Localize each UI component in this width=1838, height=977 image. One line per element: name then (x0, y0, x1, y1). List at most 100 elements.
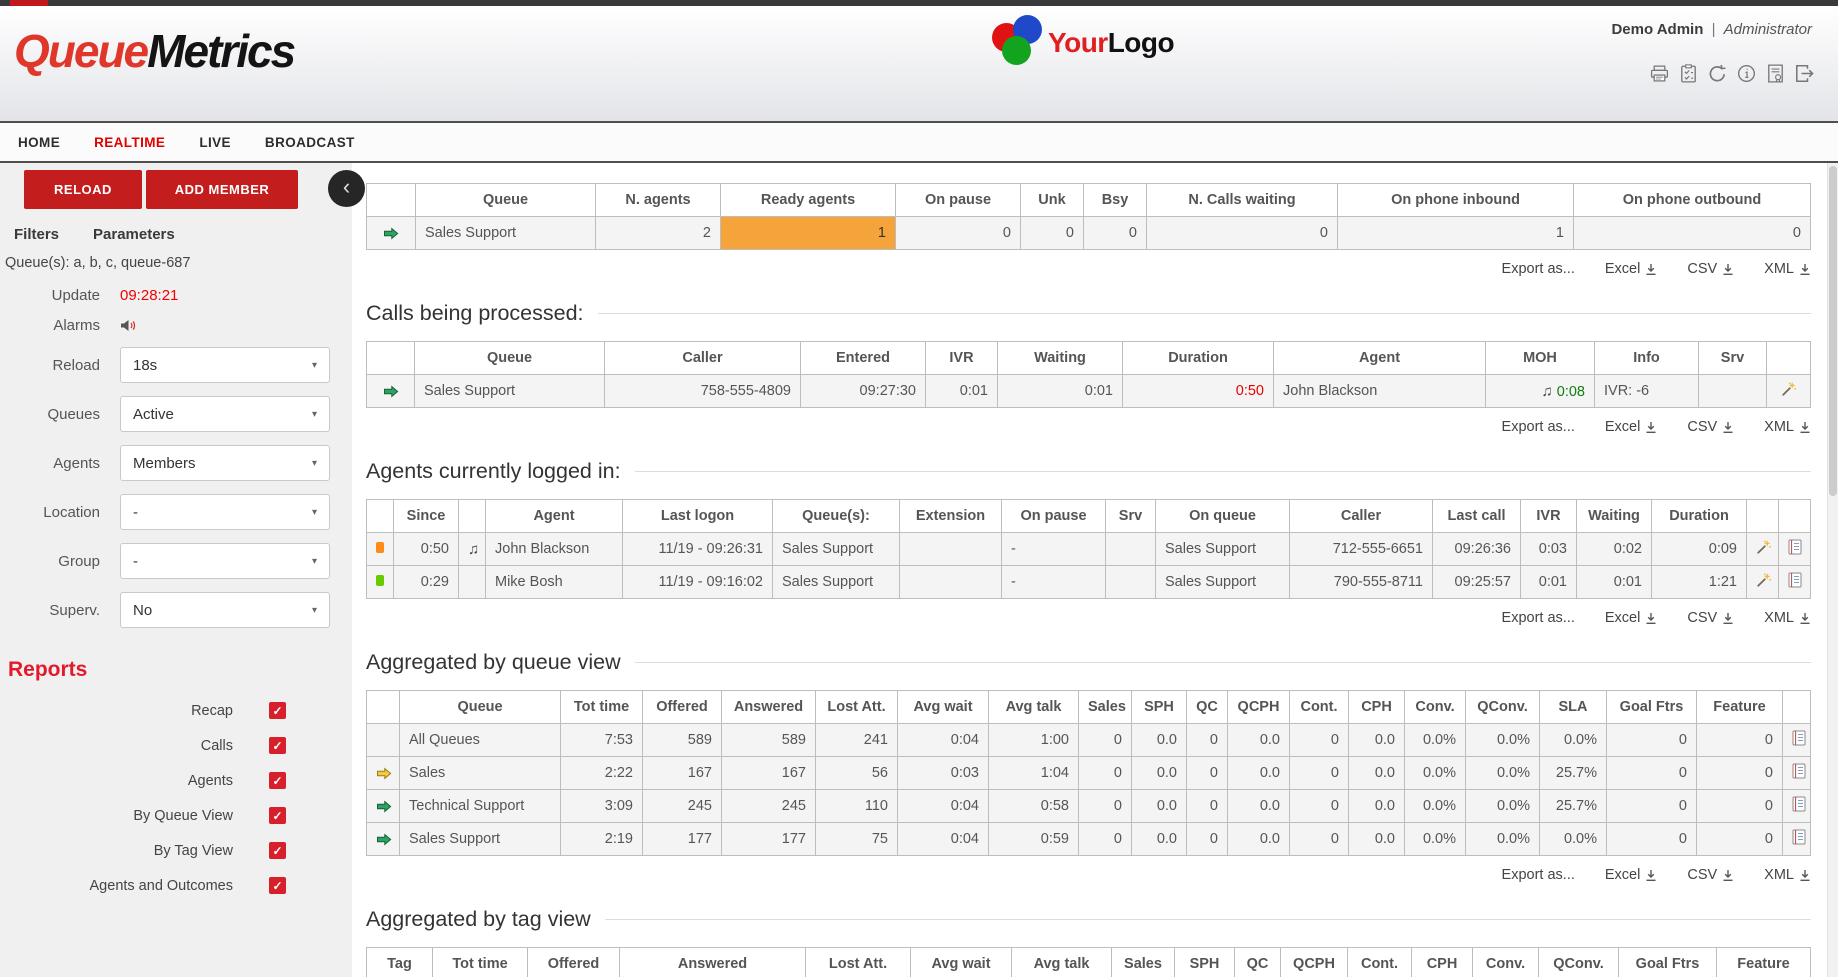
speaker-icon[interactable] (120, 319, 137, 332)
report-settings-icon[interactable] (1679, 64, 1698, 83)
cell-conv: 0.0% (1405, 757, 1466, 790)
table-row: Sales Support 758-555-4809 09:27:30 0:01… (367, 375, 1811, 408)
export-excel-link[interactable]: Excel (1605, 261, 1657, 277)
location-filter-select[interactable]: - (120, 494, 330, 530)
export-xml-link[interactable]: XML (1764, 419, 1811, 435)
reload-interval-select[interactable]: 18s (120, 347, 330, 383)
agent-report-icon[interactable] (1788, 539, 1802, 555)
cell-offered: 167 (643, 757, 722, 790)
report-by-tag-view-checkbox[interactable] (269, 842, 286, 859)
nav-home[interactable]: HOME (18, 135, 60, 150)
tab-parameters[interactable]: Parameters (93, 226, 175, 243)
col-header-queue: Queue (416, 184, 596, 217)
export-as-label[interactable]: Export as... (1502, 867, 1575, 883)
queue-arrow-icon[interactable] (376, 800, 392, 813)
export-as-label[interactable]: Export as... (1502, 610, 1575, 626)
col-header-sales: Sales (1079, 691, 1132, 724)
nav-live[interactable]: LIVE (199, 135, 231, 150)
cell-ready-agents: 1 (721, 217, 896, 250)
col-header-tot-time: Tot time (561, 691, 643, 724)
col-header-actions (1779, 500, 1811, 533)
cell-lost-att: 110 (816, 790, 898, 823)
agents-section-title: Agents currently logged in: (366, 459, 1811, 484)
export-as-label[interactable]: Export as... (1502, 419, 1575, 435)
supervisor-filter-select[interactable]: No (120, 592, 330, 628)
export-excel-link[interactable]: Excel (1605, 610, 1657, 626)
export-csv-link[interactable]: CSV (1687, 867, 1734, 883)
cell-conv: 0.0% (1405, 823, 1466, 856)
cell-lost-att: 75 (816, 823, 898, 856)
info-icon[interactable] (1737, 64, 1756, 83)
cell-queue-name: Sales Support (400, 823, 561, 856)
cell-on-queue: Sales Support (1156, 566, 1290, 599)
reload-button[interactable]: RELOAD (24, 170, 142, 209)
queuemetrics-logo: QueueMetrics (14, 24, 294, 78)
cell-n-agents: 2 (596, 217, 721, 250)
scrollbar-thumb[interactable] (1829, 166, 1837, 496)
export-excel-link[interactable]: Excel (1605, 419, 1657, 435)
add-member-button[interactable]: ADD MEMBER (146, 170, 298, 209)
queue-arrow-icon[interactable] (376, 833, 392, 846)
cell-phone-outbound: 0 (1574, 217, 1811, 250)
col-header-info: Info (1595, 342, 1699, 375)
refresh-icon[interactable] (1708, 64, 1727, 83)
export-bar: Export as... Excel CSV XML (366, 261, 1811, 277)
location-filter-label: Location (0, 504, 100, 521)
report-calls-checkbox[interactable] (269, 737, 286, 754)
queue-arrow-icon[interactable] (383, 227, 399, 240)
report-agents-outcomes-checkbox[interactable] (269, 877, 286, 894)
nav-realtime[interactable]: REALTIME (94, 135, 165, 150)
export-xml-link[interactable]: XML (1764, 867, 1811, 883)
export-as-label[interactable]: Export as... (1502, 261, 1575, 277)
queues-filter-select[interactable]: Active (120, 396, 330, 432)
export-csv-link[interactable]: CSV (1687, 610, 1734, 626)
export-excel-link[interactable]: Excel (1605, 867, 1657, 883)
group-filter-select[interactable]: - (120, 543, 330, 579)
sidebar: RELOAD ADD MEMBER Filters Parameters Que… (0, 163, 352, 977)
sidebar-collapse-button[interactable] (328, 170, 365, 207)
col-header-actions (1767, 342, 1811, 375)
group-filter-label: Group (0, 553, 100, 570)
report-agents-checkbox[interactable] (269, 772, 286, 789)
main-nav: HOME REALTIME LIVE BROADCAST (0, 121, 1838, 163)
col-header-conv: Conv. (1405, 691, 1466, 724)
report-recap-checkbox[interactable] (269, 702, 286, 719)
tab-filters[interactable]: Filters (14, 226, 59, 243)
calls-section-title: Calls being processed: (366, 301, 1811, 326)
main-content: Queue N. agents Ready agents On pause Un… (352, 163, 1838, 977)
license-icon[interactable] (1766, 64, 1785, 83)
queue-arrow-icon[interactable] (383, 385, 399, 398)
queue-report-icon[interactable] (1792, 829, 1806, 845)
table-row: Sales Support 2 1 0 0 0 0 1 0 (367, 217, 1811, 250)
col-header-cont: Cont. (1348, 948, 1412, 977)
logout-icon[interactable] (1795, 64, 1814, 83)
queue-arrow-yellow-icon[interactable] (376, 767, 392, 780)
wand-icon[interactable] (1781, 381, 1797, 397)
cell-sph: 0.0 (1132, 757, 1187, 790)
queue-report-icon[interactable] (1792, 730, 1806, 746)
agents-filter-select[interactable]: Members (120, 445, 330, 481)
wand-icon[interactable] (1756, 539, 1772, 555)
export-csv-link[interactable]: CSV (1687, 261, 1734, 277)
export-csv-link[interactable]: CSV (1687, 419, 1734, 435)
by-queue-table: Queue Tot time Offered Answered Lost Att… (366, 690, 1811, 856)
col-header-ready-agents: Ready agents (721, 184, 896, 217)
nav-broadcast[interactable]: BROADCAST (265, 135, 355, 150)
cell-avg-wait: 0:04 (898, 823, 989, 856)
col-header (367, 500, 394, 533)
col-header-tot-time: Tot time (433, 948, 528, 977)
wand-icon[interactable] (1756, 572, 1772, 588)
export-xml-label: XML (1764, 610, 1794, 626)
download-icon (1722, 612, 1734, 625)
export-xml-link[interactable]: XML (1764, 610, 1811, 626)
agent-report-icon[interactable] (1788, 572, 1802, 588)
cell-sales: 0 (1079, 823, 1132, 856)
queue-report-icon[interactable] (1792, 763, 1806, 779)
export-xml-link[interactable]: XML (1764, 261, 1811, 277)
col-header-qconv: QConv. (1539, 948, 1619, 977)
report-by-queue-view-checkbox[interactable] (269, 807, 286, 824)
queue-report-icon[interactable] (1792, 796, 1806, 812)
download-icon (1722, 869, 1734, 882)
scrollbar[interactable] (1827, 163, 1838, 977)
print-icon[interactable] (1650, 64, 1669, 83)
